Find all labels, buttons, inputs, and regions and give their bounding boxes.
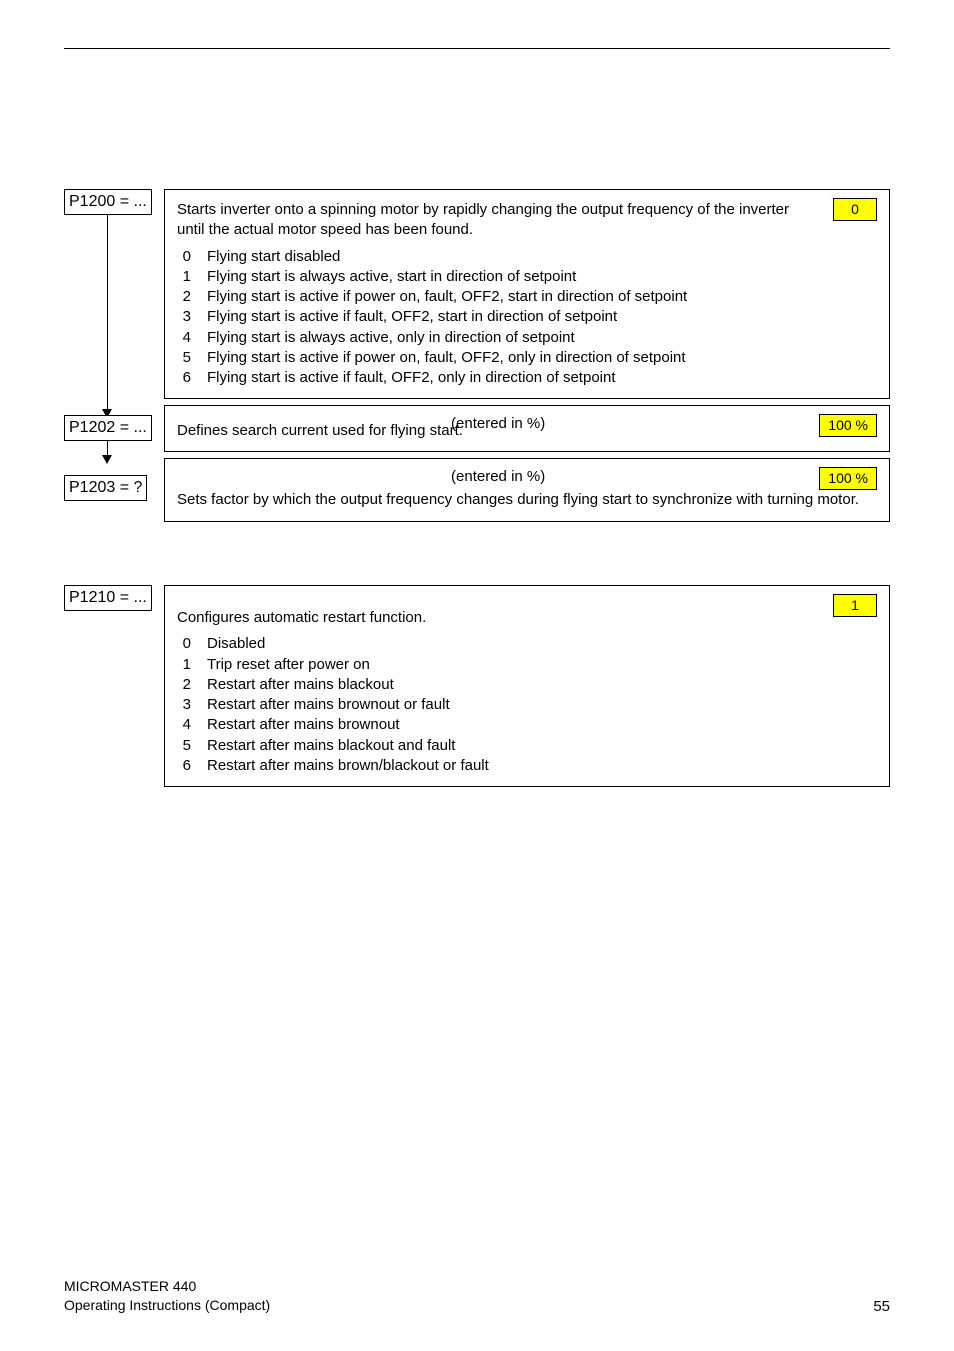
option-text: Flying start is active if power on, faul… (207, 287, 687, 307)
unit-label: (entered in %) (177, 467, 819, 487)
param-p1200: P1200 = ... (64, 189, 152, 215)
default-badge: 0 (833, 198, 877, 221)
option-row: 3 Flying start is active if fault, OFF2, … (177, 307, 877, 327)
card-rate-factor: (entered in %) 100 % Sets factor by whic… (164, 458, 890, 521)
option-number: 4 (177, 328, 191, 348)
top-rule (64, 48, 890, 49)
auto-restart-group: P1210 = ... 1 Configures automatic resta… (64, 585, 890, 787)
option-number: 5 (177, 736, 191, 756)
option-text: Restart after mains blackout (207, 675, 394, 695)
option-list: 0 Flying start disabled 1 Flying start is … (177, 247, 877, 389)
option-number: 2 (177, 675, 191, 695)
default-badge: 100 % (819, 414, 877, 437)
option-text: Restart after mains brownout or fault (207, 695, 450, 715)
option-number: 5 (177, 348, 191, 368)
option-number: 3 (177, 695, 191, 715)
default-badge: 100 % (819, 467, 877, 490)
option-text: Flying start disabled (207, 247, 340, 267)
option-row: 0 Flying start disabled (177, 247, 877, 267)
option-row: 6 Restart after mains brown/blackout or f… (177, 756, 877, 776)
option-row: 1 Flying start is always active, start in… (177, 267, 877, 287)
card-flying-start: 0 Starts inverter onto a spinning motor … (164, 189, 890, 399)
option-text: Trip reset after power on (207, 655, 370, 675)
option-number: 4 (177, 715, 191, 735)
option-text: Flying start is active if fault, OFF2, s… (207, 307, 617, 327)
param-p1210: P1210 = ... (64, 585, 152, 611)
option-text: Restart after mains brown/blackout or fa… (207, 756, 489, 776)
card-auto-restart: 1 Configures automatic restart function.… (164, 585, 890, 787)
footer-line1: MICROMASTER 440 (64, 1277, 270, 1296)
connector-line (107, 215, 108, 411)
option-row: 5 Flying start is active if power on, fau… (177, 348, 877, 368)
option-text: Flying start is always active, start in … (207, 267, 576, 287)
option-row: 6 Flying start is active if fault, OFF2, … (177, 368, 877, 388)
arrow-down-icon (102, 455, 112, 464)
option-text: Disabled (207, 634, 265, 654)
option-list: 0 Disabled 1 Trip reset after power on 2 Re… (177, 634, 877, 776)
option-text: Restart after mains blackout and fault (207, 736, 455, 756)
card-search-current: (entered in %) 100 % Defines search curr… (164, 405, 890, 452)
param-p1202: P1202 = ... (64, 415, 152, 441)
option-row: 0 Disabled (177, 634, 877, 654)
option-row: 5 Restart after mains blackout and fault (177, 736, 877, 756)
option-number: 6 (177, 756, 191, 776)
option-number: 1 (177, 267, 191, 287)
option-number: 6 (177, 368, 191, 388)
footer-left: MICROMASTER 440 Operating Instructions (… (64, 1277, 270, 1315)
option-number: 1 (177, 655, 191, 675)
footer-line2: Operating Instructions (Compact) (64, 1296, 270, 1315)
card-header: (entered in %) 100 % (177, 467, 877, 490)
option-row: 4 Restart after mains brownout (177, 715, 877, 735)
option-row: 2 Restart after mains blackout (177, 675, 877, 695)
option-row: 4 Flying start is always active, only in … (177, 328, 877, 348)
card-intro: Configures automatic restart function. (177, 608, 877, 628)
option-text: Restart after mains brownout (207, 715, 400, 735)
option-number: 2 (177, 287, 191, 307)
option-number: 0 (177, 634, 191, 654)
default-badge: 1 (833, 594, 877, 617)
page-number: 55 (873, 1298, 890, 1315)
param-column: P1200 = ... P1202 = ... P1203 = ? (64, 189, 164, 529)
card-desc: Sets factor by which the output frequenc… (177, 490, 877, 510)
page-footer: MICROMASTER 440 Operating Instructions (… (64, 1277, 890, 1315)
option-number: 3 (177, 307, 191, 327)
option-row: 3 Restart after mains brownout or fault (177, 695, 877, 715)
option-number: 0 (177, 247, 191, 267)
param-column: P1210 = ... (64, 585, 164, 615)
option-text: Flying start is active if power on, faul… (207, 348, 686, 368)
param-p1203: P1203 = ? (64, 475, 147, 501)
option-row: 1 Trip reset after power on (177, 655, 877, 675)
option-text: Flying start is active if fault, OFF2, o… (207, 368, 616, 388)
option-text: Flying start is always active, only in d… (207, 328, 575, 348)
option-row: 2 Flying start is active if power on, fau… (177, 287, 877, 307)
card-intro: Starts inverter onto a spinning motor by… (177, 200, 877, 241)
flying-start-group: P1200 = ... P1202 = ... P1203 = ? 0 Star… (64, 189, 890, 529)
